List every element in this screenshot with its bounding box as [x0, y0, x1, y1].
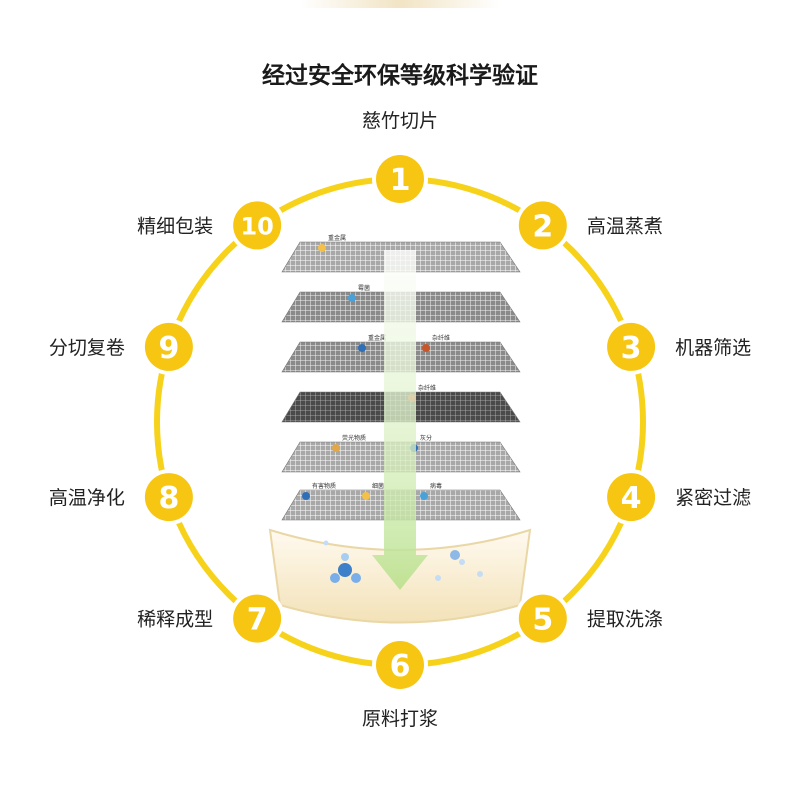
- filter-layer-label: 细菌: [372, 482, 384, 490]
- particle-icon: [358, 344, 366, 352]
- filter-layer-label: 荧光物质: [342, 434, 366, 442]
- particle-icon: [420, 492, 428, 500]
- particle-icon: [348, 294, 356, 302]
- process-step: 3 机器筛选: [603, 318, 751, 375]
- step-number: 9: [158, 331, 179, 366]
- particle-icon: [362, 492, 370, 500]
- filter-layer-label: 重金属: [368, 334, 386, 342]
- step-label: 紧密过滤: [675, 487, 751, 509]
- particle-icon: [318, 244, 326, 252]
- filter-layer-label: 重金属: [328, 234, 346, 242]
- filter-layer-label: 有害物质: [312, 482, 336, 490]
- step-number: 6: [390, 649, 411, 684]
- filter-layer-label: 杂纤维: [432, 334, 450, 342]
- step-number: 4: [621, 481, 642, 516]
- filter-layer-label: 杂纤维: [418, 384, 436, 392]
- step-number: 2: [532, 209, 553, 244]
- step-label: 原料打浆: [362, 708, 438, 730]
- filter-layer-stack: 重金属霉菌重金属 杂纤维杂纤维荧光物质 灰分有害物质 细菌 病毒: [268, 234, 532, 624]
- step-number: 10: [240, 212, 273, 240]
- step-label: 分切复卷: [49, 337, 125, 359]
- step-label: 精细包装: [137, 215, 213, 237]
- process-step: 8 高温净化: [49, 469, 197, 526]
- process-step: 6 原料打浆: [362, 637, 438, 730]
- step-label: 提取洗涤: [587, 609, 663, 631]
- filter-layer-label: 病毒: [430, 482, 442, 490]
- process-cycle-diagram: 重金属霉菌重金属 杂纤维杂纤维荧光物质 灰分有害物质 细菌 病毒 1慈竹切片2 高温蒸煮3…: [49, 110, 751, 730]
- step-label: 高温蒸煮: [587, 215, 663, 237]
- step-number: 1: [390, 163, 411, 198]
- step-label: 慈竹切片: [362, 110, 438, 132]
- process-step: 7 稀释成型: [137, 590, 286, 647]
- step-label: 机器筛选: [675, 337, 751, 359]
- particle-icon: [332, 444, 340, 452]
- process-step: 9 分切复卷: [49, 318, 197, 375]
- step-label: 稀释成型: [137, 609, 213, 631]
- process-step: 4 紧密过滤: [603, 469, 751, 526]
- step-number: 8: [158, 481, 179, 516]
- step-label: 高温净化: [49, 487, 125, 509]
- process-step: 1 慈竹切片: [362, 110, 438, 207]
- particle-icon: [422, 344, 430, 352]
- step-number: 3: [621, 331, 642, 366]
- particle-icon: [302, 492, 310, 500]
- process-step: 10 精细包装: [137, 197, 286, 254]
- step-number: 5: [532, 603, 553, 638]
- filter-layer-label: 霉菌: [358, 284, 370, 292]
- process-step: 2 高温蒸煮: [514, 197, 663, 254]
- step-number: 7: [247, 603, 268, 638]
- process-step: 5 提取洗涤: [514, 590, 663, 647]
- filter-layer-label: 灰分: [420, 434, 432, 442]
